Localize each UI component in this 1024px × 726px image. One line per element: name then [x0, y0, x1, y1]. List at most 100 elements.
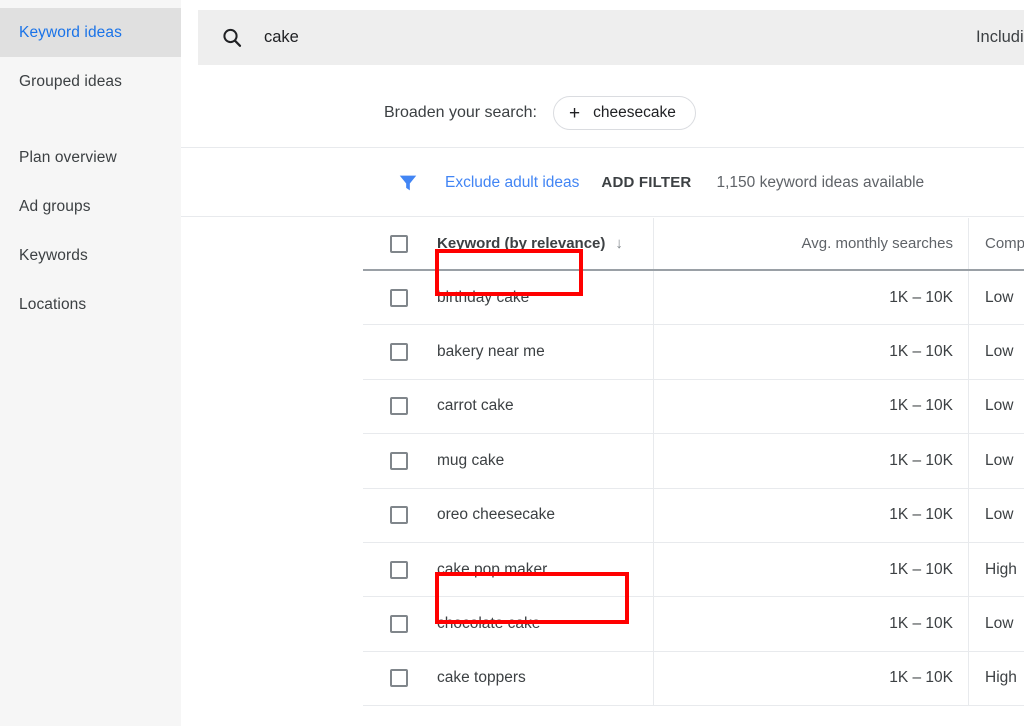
sidebar-item-label: Locations — [19, 296, 86, 314]
row-checkbox[interactable] — [390, 615, 408, 633]
row-checkbox[interactable] — [390, 561, 408, 579]
table-row[interactable]: mug cake 1K – 10K Low — [363, 434, 1024, 488]
cell-keyword[interactable]: birthday cake — [436, 271, 654, 324]
sidebar-item-label: Keywords — [19, 247, 88, 265]
broaden-search-label: Broaden your search: — [384, 104, 537, 122]
table-body: birthday cake 1K – 10K Low bakery near me 1K… — [363, 271, 1024, 706]
cell-keyword[interactable]: cake pop maker — [436, 543, 654, 596]
sidebar-item-ad-groups[interactable]: Ad groups — [0, 182, 181, 231]
cell-avg-monthly-searches: 1K – 10K — [654, 434, 969, 487]
sidebar-item-grouped-ideas[interactable]: Grouped ideas — [0, 57, 181, 106]
sidebar-item-plan-overview[interactable]: Plan overview — [0, 133, 181, 182]
searches-text: 1K – 10K — [889, 506, 953, 524]
sidebar: Keyword ideas Grouped ideas Plan overvie… — [0, 0, 181, 726]
app-root: Keyword ideas Grouped ideas Plan overvie… — [0, 0, 1024, 726]
search-including-label: Including — [976, 28, 1024, 47]
cell-competition: Low — [969, 380, 1024, 433]
cell-competition: High — [969, 543, 1024, 596]
competition-text: Low — [985, 506, 1013, 524]
cell-keyword[interactable]: mug cake — [436, 434, 654, 487]
add-filter-button[interactable]: ADD FILTER — [601, 174, 691, 191]
search-bar[interactable]: cake Including — [198, 10, 1024, 65]
competition-text: Low — [985, 615, 1013, 633]
keyword-text: birthday cake — [437, 289, 529, 307]
cell-avg-monthly-searches: 1K – 10K — [654, 652, 969, 705]
column-header-avg-monthly-searches[interactable]: Avg. monthly searches — [654, 218, 969, 269]
cell-keyword[interactable]: cake toppers — [436, 652, 654, 705]
search-input[interactable]: cake — [264, 28, 299, 47]
filter-row: Exclude adult ideas ADD FILTER 1,150 key… — [181, 149, 1024, 217]
sidebar-item-locations[interactable]: Locations — [0, 280, 181, 329]
row-checkbox[interactable] — [390, 506, 408, 524]
table-row[interactable]: oreo cheesecake 1K – 10K Low — [363, 489, 1024, 543]
table-row[interactable]: bakery near me 1K – 10K Low — [363, 325, 1024, 379]
table-row[interactable]: birthday cake1K – 10KLow — [363, 271, 1024, 325]
row-select-cell — [363, 271, 436, 324]
cell-keyword[interactable]: oreo cheesecake — [436, 489, 654, 542]
column-header-keyword-label: Keyword (by relevance) — [437, 235, 605, 252]
cell-competition: Low — [969, 325, 1024, 378]
funnel-icon[interactable] — [397, 172, 419, 194]
table-row[interactable]: carrot cake 1K – 10K Low — [363, 380, 1024, 434]
sort-descending-icon: ↓ — [615, 235, 623, 252]
searches-text: 1K – 10K — [889, 615, 953, 633]
table-header-row: Keyword (by relevance) ↓ Avg. monthly se… — [363, 218, 1024, 271]
cell-avg-monthly-searches: 1K – 10K — [654, 325, 969, 378]
sidebar-item-label: Ad groups — [19, 198, 91, 216]
row-select-cell — [363, 325, 436, 378]
row-select-cell — [363, 434, 436, 487]
column-header-competition[interactable]: Competition — [969, 218, 1024, 269]
main-content: cake Including Broaden your search: + ch… — [181, 0, 1024, 726]
row-select-cell — [363, 489, 436, 542]
searches-text: 1K – 10K — [889, 343, 953, 361]
competition-text: Low — [985, 397, 1013, 415]
search-icon — [220, 26, 244, 50]
cell-competition: High — [969, 652, 1024, 705]
row-select-cell — [363, 543, 436, 596]
sidebar-item-keywords[interactable]: Keywords — [0, 231, 181, 280]
exclude-adult-ideas-link[interactable]: Exclude adult ideas — [445, 174, 579, 192]
cell-avg-monthly-searches: 1K – 10K — [654, 489, 969, 542]
cell-keyword[interactable]: chocolate cake — [436, 597, 654, 650]
table-row[interactable]: cake toppers 1K – 10K High — [363, 652, 1024, 706]
cell-avg-monthly-searches: 1K – 10K — [654, 271, 969, 324]
sidebar-divider-gap — [0, 106, 181, 133]
sidebar-item-label: Keyword ideas — [19, 24, 122, 42]
competition-text: High — [985, 669, 1017, 687]
row-checkbox[interactable] — [390, 669, 408, 687]
keyword-text: carrot cake — [437, 397, 514, 415]
row-select-cell — [363, 652, 436, 705]
select-all-checkbox[interactable] — [390, 235, 408, 253]
sidebar-item-label: Grouped ideas — [19, 73, 122, 91]
keyword-ideas-table: Keyword (by relevance) ↓ Avg. monthly se… — [363, 218, 1024, 726]
cell-competition: Low — [969, 489, 1024, 542]
broaden-search-row: Broaden your search: + cheesecake — [181, 79, 1024, 148]
searches-text: 1K – 10K — [889, 397, 953, 415]
cell-keyword[interactable]: bakery near me — [436, 325, 654, 378]
broaden-chip-cheesecake[interactable]: + cheesecake — [553, 96, 696, 130]
row-checkbox[interactable] — [390, 397, 408, 415]
searches-text: 1K – 10K — [889, 452, 953, 470]
searches-text: 1K – 10K — [889, 289, 953, 307]
searches-text: 1K – 10K — [889, 669, 953, 687]
keyword-text: cake toppers — [437, 669, 526, 687]
table-row[interactable]: chocolate cake 1K – 10K Low — [363, 597, 1024, 651]
competition-text: High — [985, 561, 1017, 579]
row-checkbox[interactable] — [390, 343, 408, 361]
column-header-searches-label: Avg. monthly searches — [802, 235, 953, 252]
row-checkbox[interactable] — [390, 289, 408, 307]
row-select-cell — [363, 380, 436, 433]
competition-text: Low — [985, 452, 1013, 470]
cell-competition: Low — [969, 597, 1024, 650]
select-all-cell — [363, 218, 436, 269]
column-header-keyword[interactable]: Keyword (by relevance) ↓ — [436, 218, 654, 269]
row-select-cell — [363, 597, 436, 650]
broaden-chip-label: cheesecake — [593, 104, 676, 122]
sidebar-item-keyword-ideas[interactable]: Keyword ideas — [0, 8, 181, 57]
searches-text: 1K – 10K — [889, 561, 953, 579]
cell-keyword[interactable]: carrot cake — [436, 380, 654, 433]
keyword-ideas-count: 1,150 keyword ideas available — [716, 174, 924, 192]
table-row[interactable]: cake pop maker 1K – 10K High — [363, 543, 1024, 597]
keyword-text: oreo cheesecake — [437, 506, 555, 524]
row-checkbox[interactable] — [390, 452, 408, 470]
